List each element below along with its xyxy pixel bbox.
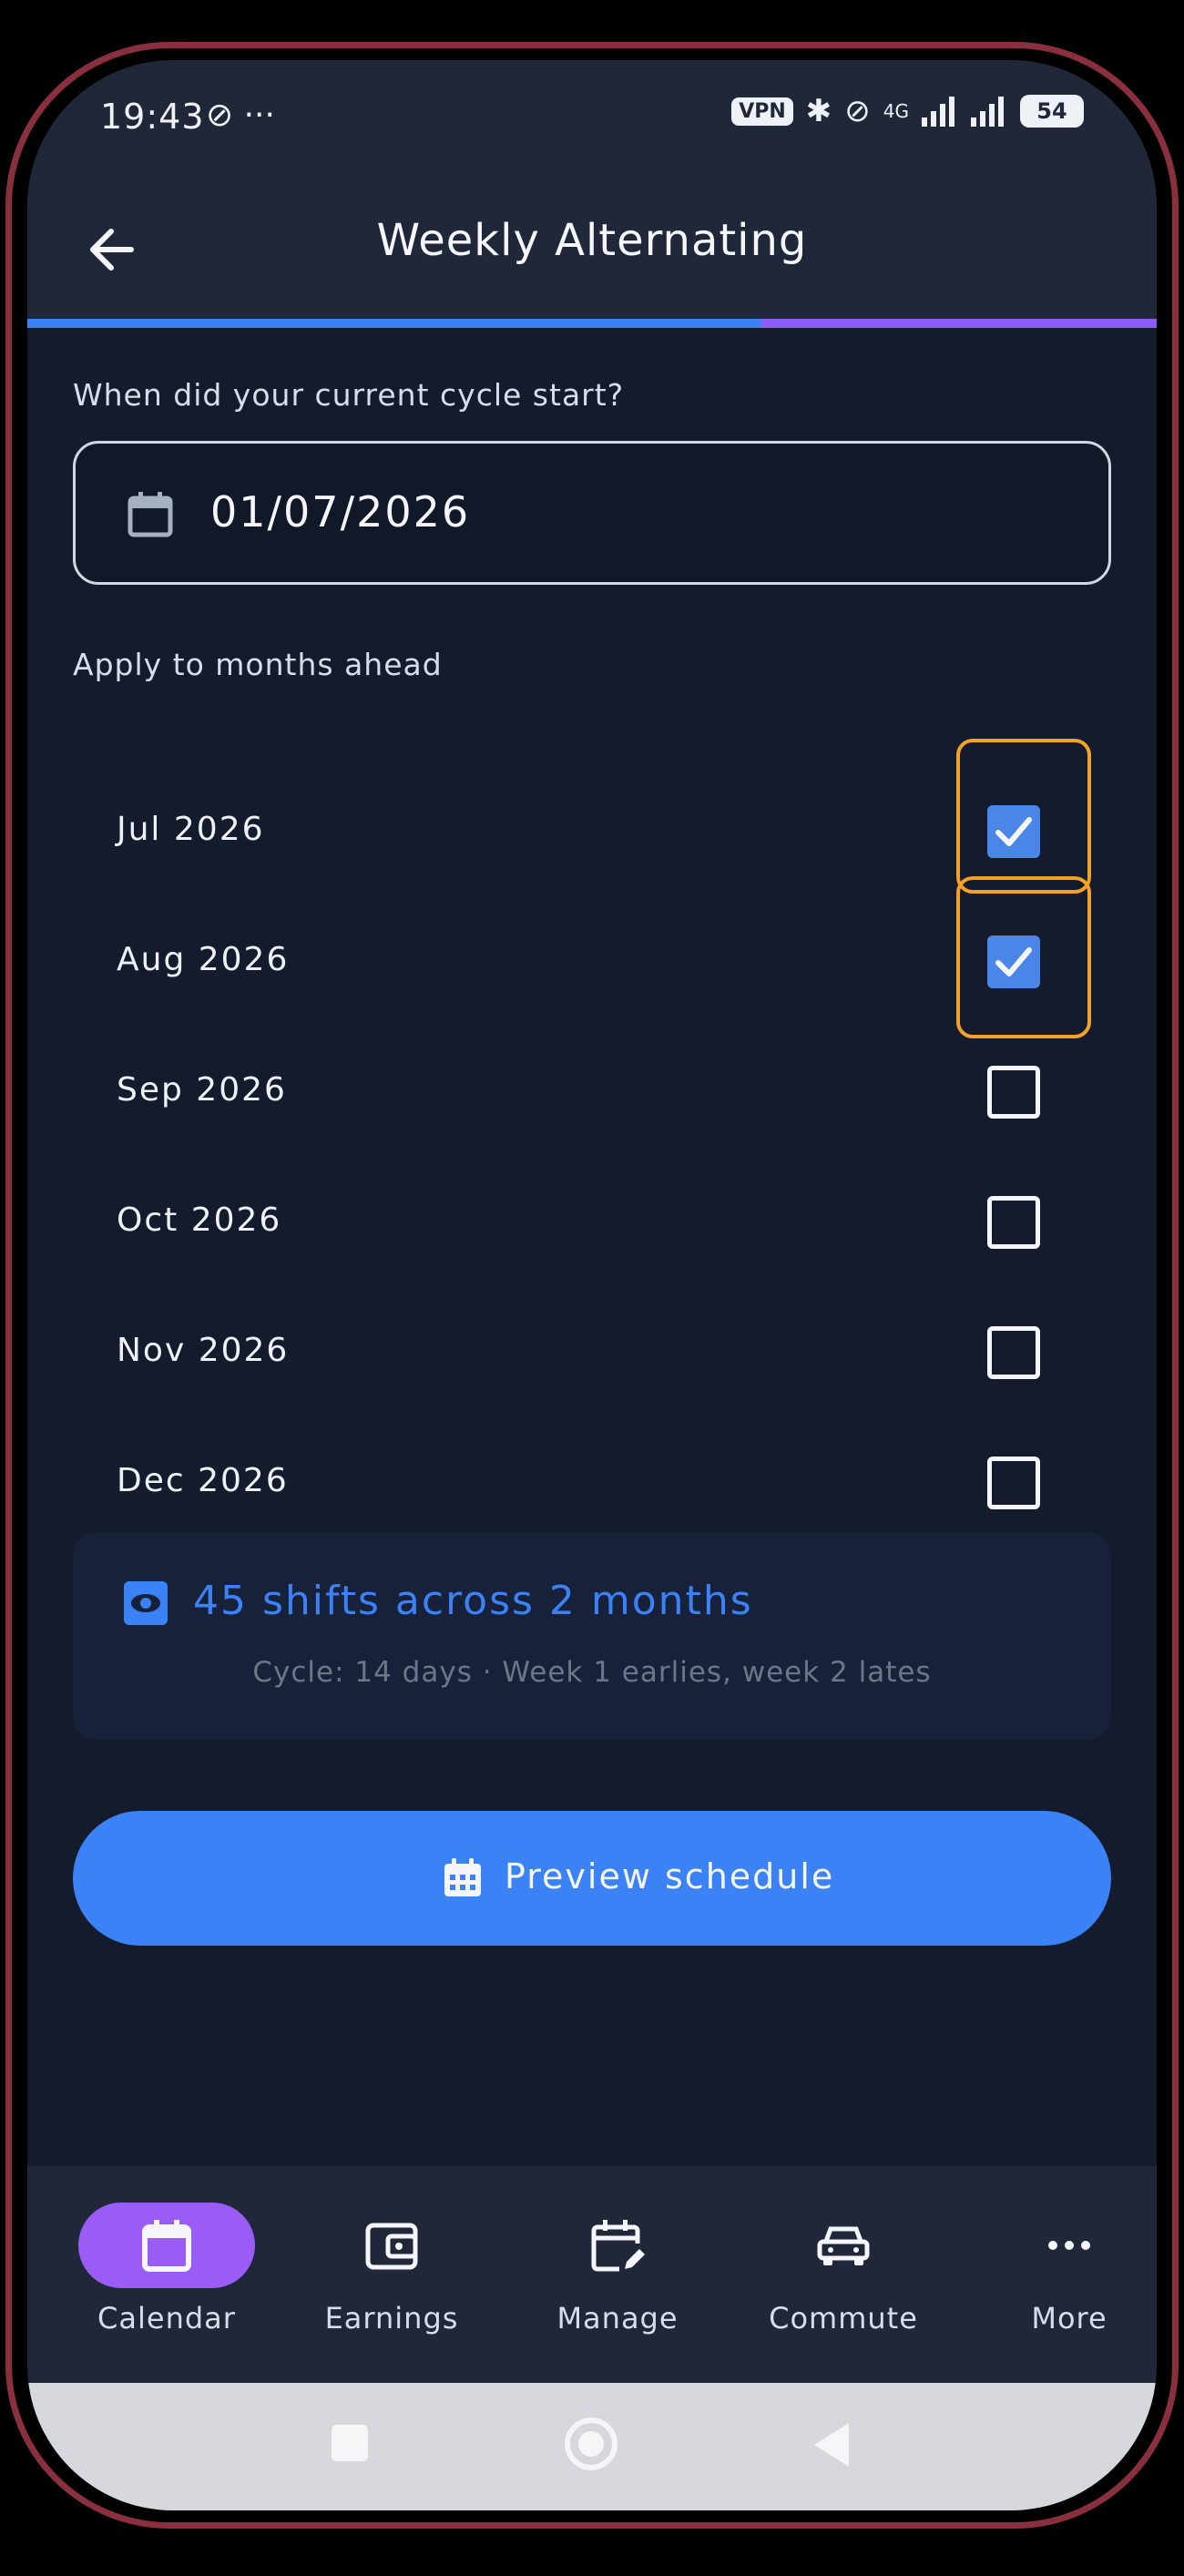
calendar-icon [444, 1858, 481, 1896]
month-label: Sep 2026 [117, 1071, 287, 1109]
nav-item-earnings[interactable]: Earnings [301, 2203, 483, 2348]
car-icon [817, 2226, 870, 2265]
app-screen: 19:43 ⊘ ··· VPN ✱ ⊘ 4G 54 Weekly Alterna… [27, 60, 1157, 2510]
month-row[interactable]: Sep 2026 [73, 1029, 1111, 1159]
nav-label-manage: Manage [556, 2301, 679, 2336]
preview-schedule-button[interactable]: Preview schedule [73, 1811, 1111, 1946]
top-app-bar: 19:43 ⊘ ··· VPN ✱ ⊘ 4G 54 Weekly Alterna… [27, 60, 1157, 324]
calendar-icon [142, 2220, 191, 2272]
month-row[interactable]: Oct 2026 [73, 1160, 1111, 1289]
phone-body: 19:43 ⊘ ··· VPN ✱ ⊘ 4G 54 Weekly Alterna… [0, 0, 1184, 2576]
home-button[interactable] [565, 2418, 618, 2470]
month-checkbox[interactable] [987, 1066, 1040, 1119]
nav-label-commute: Commute [769, 2301, 918, 2336]
status-time: 19:43 [100, 97, 205, 137]
page-title: Weekly Alternating [376, 215, 808, 266]
month-label: Oct 2026 [117, 1201, 282, 1239]
month-checkbox[interactable] [987, 1196, 1040, 1249]
eye-icon [124, 1581, 168, 1625]
month-label: Aug 2026 [117, 941, 290, 978]
nav-item-more[interactable]: More [978, 2203, 1157, 2348]
status-notification-icons: ⊘ ··· [206, 97, 275, 134]
summary-cycle-details: Cycle: 14 days · Week 1 earlies, week 2 … [252, 1656, 932, 1689]
nav-label-more: More [1031, 2301, 1107, 2336]
battery-indicator: 54 [1020, 95, 1084, 128]
calendar-icon [128, 492, 173, 537]
month-row[interactable]: Nov 2026 [73, 1290, 1111, 1419]
month-label: Dec 2026 [117, 1462, 289, 1499]
more-icon [1048, 2241, 1090, 2250]
signal-icon-2 [971, 97, 1004, 127]
summary-shift-count: 45 shifts across 2 months [193, 1578, 753, 1624]
recents-button[interactable] [332, 2425, 368, 2461]
month-label: Jul 2026 [117, 811, 265, 848]
month-row[interactable]: Dec 2026 [73, 1420, 1111, 1549]
summary-card: 45 shifts across 2 months Cycle: 14 days… [73, 1532, 1111, 1740]
bottom-navigation: Calendar Earnings Manage Commute More [27, 2166, 1157, 2383]
months-ahead-label: Apply to months ahead [73, 647, 443, 682]
checkbox-highlight [956, 876, 1091, 1038]
wallet-icon [365, 2223, 418, 2270]
calendar-edit-icon [591, 2220, 645, 2272]
month-checkbox[interactable] [987, 1326, 1040, 1379]
vpn-badge: VPN [731, 97, 793, 126]
network-type-label: 4G [883, 100, 909, 122]
nav-label-calendar: Calendar [97, 2301, 236, 2336]
signal-icon [922, 97, 954, 127]
month-row[interactable]: Jul 2026 [73, 769, 1111, 898]
month-label: Nov 2026 [117, 1332, 290, 1369]
nav-item-commute[interactable]: Commute [752, 2203, 934, 2348]
bluetooth-icon: ✱ [805, 93, 832, 129]
cycle-start-date-field[interactable]: 01/07/2026 [73, 441, 1111, 585]
system-back-button[interactable] [814, 2423, 849, 2467]
system-navigation-bar [27, 2383, 1157, 2510]
month-row[interactable]: Aug 2026 [73, 899, 1111, 1028]
status-icons: VPN ✱ ⊘ 4G 54 [731, 93, 1084, 129]
cycle-start-date-value: 01/07/2026 [210, 487, 471, 537]
nav-item-calendar[interactable]: Calendar [76, 2203, 258, 2348]
nav-item-manage[interactable]: Manage [526, 2203, 709, 2348]
progress-fill [27, 319, 761, 328]
nav-label-earnings: Earnings [324, 2301, 459, 2336]
mute-icon: ⊘ [844, 93, 871, 129]
cycle-start-label: When did your current cycle start? [73, 377, 625, 413]
preview-schedule-label: Preview schedule [505, 1856, 835, 1896]
month-checkbox[interactable] [987, 1457, 1040, 1509]
checkbox-highlight [956, 739, 1091, 894]
